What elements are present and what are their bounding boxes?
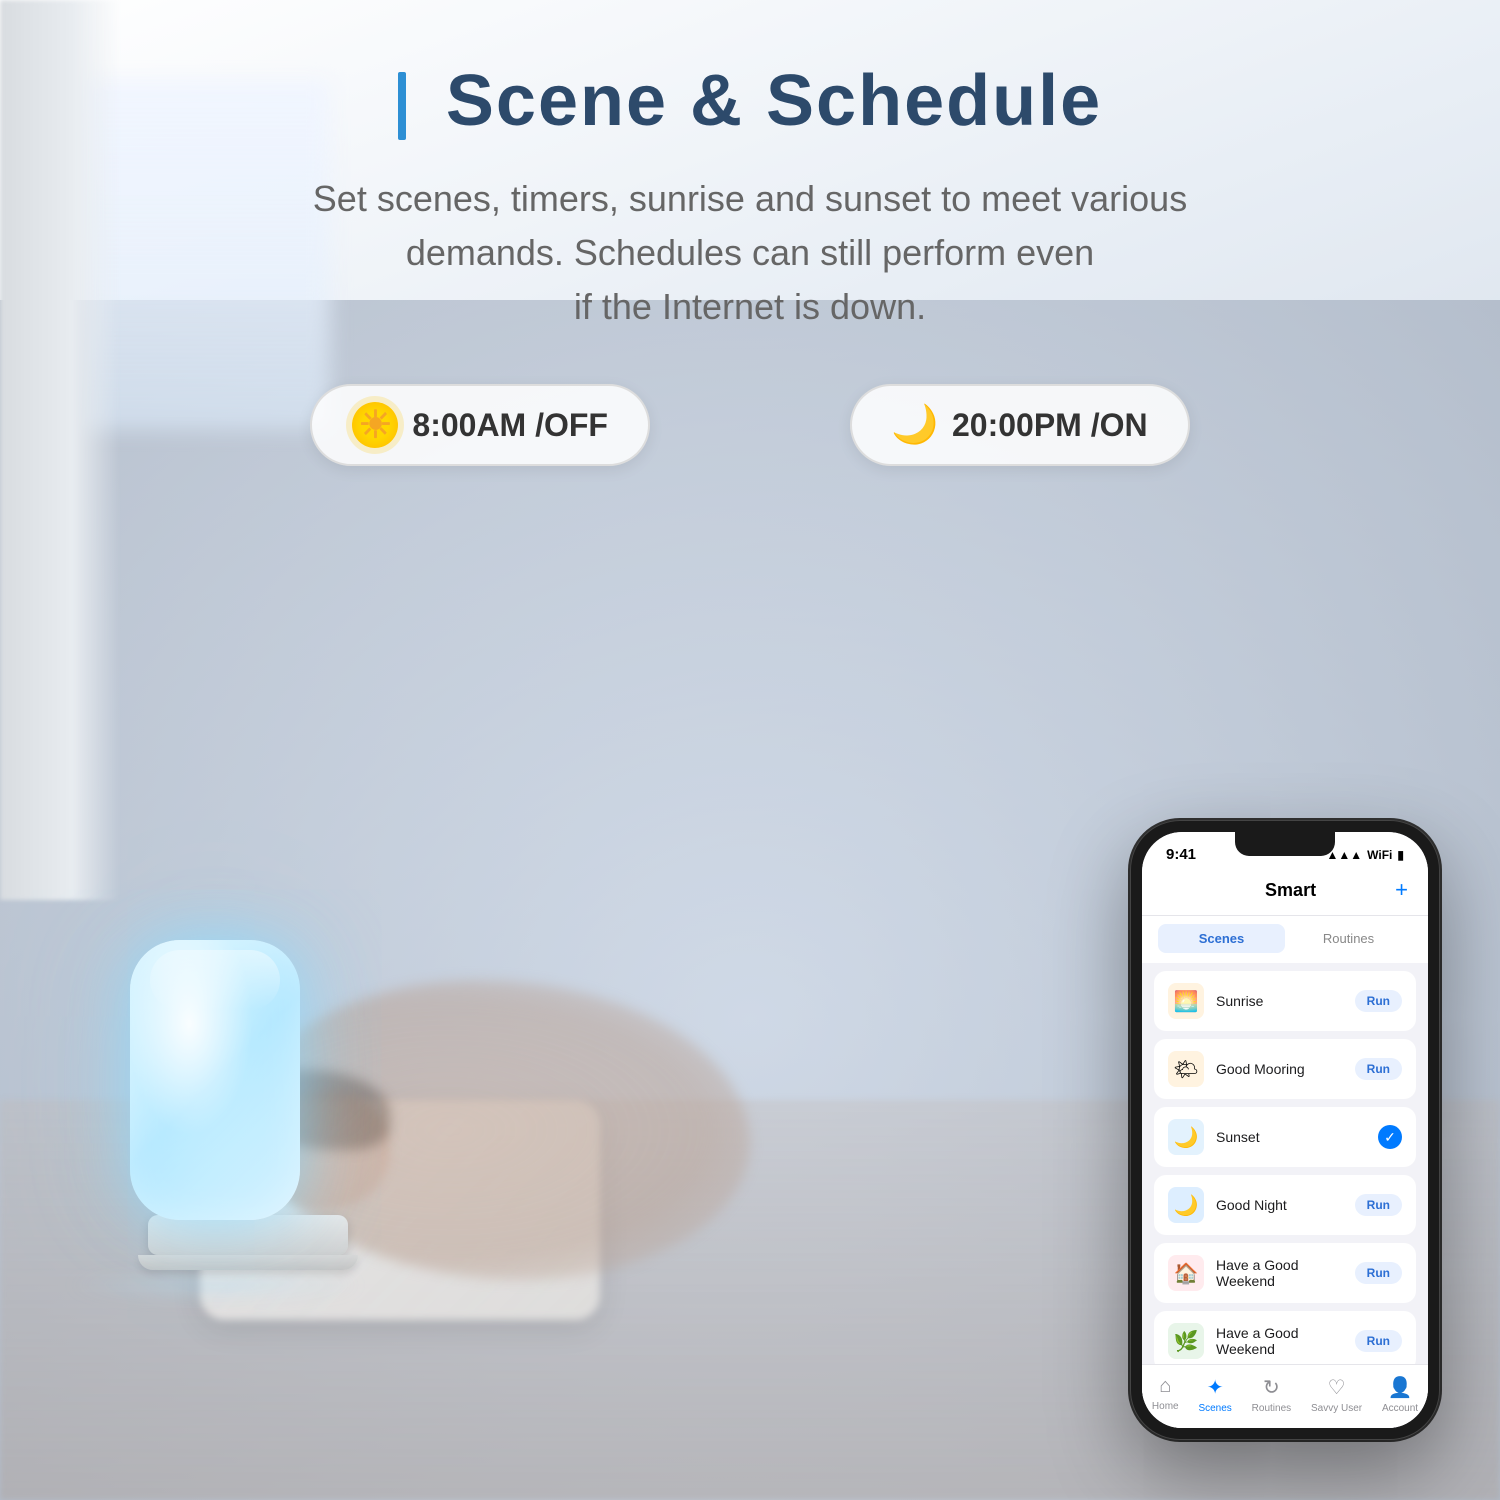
lamp-base [148, 1215, 348, 1255]
tab-scenes-label: Scenes [1199, 931, 1245, 946]
lamp-surface-glow [65, 1270, 365, 1300]
schedule-evening-label: 20:00PM /ON [952, 407, 1148, 444]
scenes-nav-label: Scenes [1198, 1403, 1231, 1414]
sunrise-scene-icon: 🌅 [1168, 983, 1204, 1019]
tab-routines[interactable]: Routines [1285, 924, 1412, 953]
night-scene-name: Good Night [1216, 1197, 1343, 1213]
nav-home[interactable]: ⌂ Home [1152, 1375, 1179, 1414]
nav-scenes[interactable]: ✦ Scenes [1198, 1375, 1231, 1414]
battery-icon: ▮ [1397, 848, 1404, 862]
scene-item-weekend-1[interactable]: 🏠 Have a Good Weekend Run [1154, 1243, 1416, 1303]
phone-screen: 9:41 ▲▲▲ WiFi ▮ Smart + [1142, 832, 1428, 1428]
lamp-glow [130, 940, 300, 1220]
weekend-1-run-button[interactable]: Run [1355, 1262, 1402, 1284]
scene-item-good-night[interactable]: 🌙 Good Night Run [1154, 1175, 1416, 1235]
status-time: 9:41 [1166, 846, 1196, 863]
nav-savvy-user[interactable]: ♡ Savvy User [1311, 1375, 1362, 1414]
tab-scenes[interactable]: Scenes [1158, 924, 1285, 953]
home-nav-icon: ⌂ [1159, 1375, 1171, 1398]
scene-list: 🌅 Sunrise Run 🌤 Good Mooring Run � [1142, 963, 1428, 1428]
schedule-pill-evening[interactable]: 🌙 20:00PM /ON [850, 384, 1190, 466]
status-icons: ▲▲▲ WiFi ▮ [1327, 848, 1404, 862]
wifi-icon: WiFi [1367, 848, 1392, 862]
scene-item-sunset[interactable]: 🌙 Sunset ✓ [1154, 1107, 1416, 1167]
account-nav-label: Account [1382, 1403, 1418, 1414]
savvy-user-nav-label: Savvy User [1311, 1403, 1362, 1414]
sunset-check-icon: ✓ [1378, 1125, 1402, 1149]
schedule-row: 8:00AM /OFF 🌙 20:00PM /ON [0, 384, 1500, 466]
weekend-green-icon: 🌿 [1168, 1323, 1204, 1359]
weekend-2-name: Have a Good Weekend [1216, 1325, 1343, 1357]
routines-nav-label: Routines [1252, 1403, 1291, 1414]
nav-routines[interactable]: ↻ Routines [1252, 1375, 1291, 1414]
scenes-nav-icon: ✦ [1207, 1375, 1224, 1400]
phone-device: 9:41 ▲▲▲ WiFi ▮ Smart + [1130, 820, 1440, 1440]
scene-item-good-morning[interactable]: 🌤 Good Mooring Run [1154, 1039, 1416, 1099]
sunset-scene-icon: 🌙 [1168, 1119, 1204, 1155]
nav-account[interactable]: 👤 Account [1382, 1375, 1418, 1414]
header-section: Scene & Schedule Set scenes, timers, sun… [0, 0, 1500, 334]
phone-notch [1235, 832, 1335, 856]
schedule-morning-label: 8:00AM /OFF [412, 407, 608, 444]
add-button[interactable]: + [1395, 877, 1408, 903]
morning-scene-name: Good Mooring [1216, 1061, 1343, 1077]
phone-wrapper: 9:41 ▲▲▲ WiFi ▮ Smart + [1130, 820, 1440, 1440]
weekend-1-name: Have a Good Weekend [1216, 1257, 1343, 1289]
savvy-user-nav-icon: ♡ [1328, 1375, 1346, 1400]
app-title: Smart [1186, 880, 1395, 901]
lamp-container [130, 940, 365, 1300]
night-run-button[interactable]: Run [1355, 1194, 1402, 1216]
scene-item-weekend-2[interactable]: 🌿 Have a Good Weekend Run [1154, 1311, 1416, 1371]
screen-content: 9:41 ▲▲▲ WiFi ▮ Smart + [1142, 832, 1428, 1428]
sunrise-run-button[interactable]: Run [1355, 990, 1402, 1012]
routines-nav-icon: ↻ [1263, 1375, 1280, 1400]
title-bar-icon [398, 72, 406, 140]
title-text: Scene & Schedule [446, 61, 1102, 141]
page-content: Scene & Schedule Set scenes, timers, sun… [0, 0, 1500, 1500]
home-nav-label: Home [1152, 1401, 1179, 1412]
morning-run-button[interactable]: Run [1355, 1058, 1402, 1080]
moon-cloud-icon: 🌙 [892, 402, 938, 448]
subtitle-text: Set scenes, timers, sunrise and sunset t… [0, 172, 1500, 334]
weekend-red-icon: 🏠 [1168, 1255, 1204, 1291]
sun-icon [352, 402, 398, 448]
page-title: Scene & Schedule [0, 60, 1500, 142]
night-scene-icon: 🌙 [1168, 1187, 1204, 1223]
lamp-base-bottom [138, 1255, 358, 1270]
scene-item-sunrise[interactable]: 🌅 Sunrise Run [1154, 971, 1416, 1031]
account-nav-icon: 👤 [1388, 1375, 1413, 1400]
tab-routines-label: Routines [1323, 931, 1374, 946]
schedule-pill-morning[interactable]: 8:00AM /OFF [310, 384, 650, 466]
bottom-nav: ⌂ Home ✦ Scenes ↻ Routines ♡ [1142, 1364, 1428, 1428]
app-header: Smart + [1142, 871, 1428, 916]
sunrise-scene-name: Sunrise [1216, 993, 1343, 1009]
tabs-row: Scenes Routines [1142, 916, 1428, 963]
smart-lamp [130, 940, 300, 1220]
morning-scene-icon: 🌤 [1168, 1051, 1204, 1087]
weekend-2-run-button[interactable]: Run [1355, 1330, 1402, 1352]
sunset-scene-name: Sunset [1216, 1129, 1366, 1145]
